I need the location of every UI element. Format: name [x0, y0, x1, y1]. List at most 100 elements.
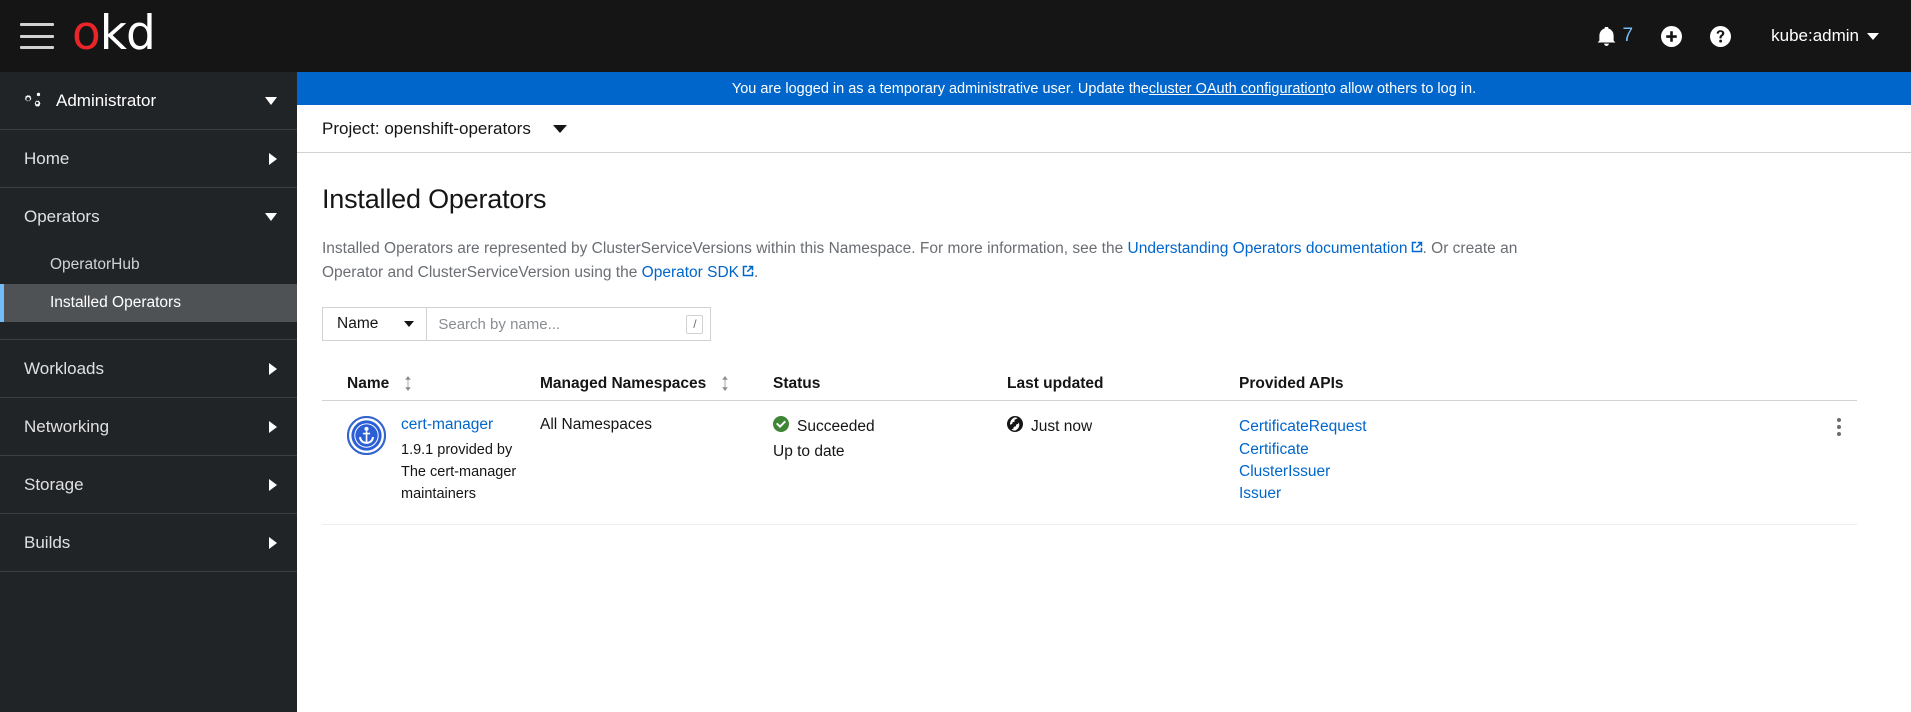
- project-selector[interactable]: Project: openshift-operators: [322, 119, 567, 139]
- api-link[interactable]: Issuer: [1239, 483, 1837, 505]
- search-field-wrapper: /: [426, 307, 712, 342]
- masthead-actions: 7 kube:admin: [1583, 0, 1911, 72]
- temporary-user-banner: You are logged in as a temporary adminis…: [297, 72, 1911, 105]
- add-button[interactable]: [1647, 12, 1696, 60]
- column-header-name: Name: [322, 375, 540, 393]
- globe-icon: [1007, 416, 1023, 437]
- sidebar-item-operators[interactable]: Operators: [0, 188, 297, 246]
- column-header-status: Status: [773, 375, 1007, 393]
- sidebar-item-label: Networking: [24, 416, 110, 436]
- filter-type-label: Name: [337, 315, 379, 333]
- operator-name-link[interactable]: cert-manager: [401, 416, 493, 433]
- user-menu[interactable]: kube:admin: [1745, 26, 1885, 46]
- page-body: Installed Operators Installed Operators …: [297, 184, 1911, 525]
- sidebar-subitem-label: Installed Operators: [50, 294, 181, 311]
- hamburger-icon[interactable]: [20, 23, 54, 49]
- sidebar: Administrator Home Operators OperatorHub…: [0, 72, 297, 712]
- column-label: Status: [773, 374, 821, 392]
- notification-count: 7: [1622, 25, 1634, 46]
- sidebar-item-home[interactable]: Home: [0, 130, 297, 188]
- banner-text-after: to allow others to log in.: [1323, 80, 1477, 97]
- api-link[interactable]: ClusterIssuer: [1239, 461, 1837, 483]
- last-updated-label: Just now: [1031, 417, 1093, 435]
- column-header-managed-namespaces: Managed Namespaces: [540, 375, 773, 393]
- masthead: okd 7 kube:admin: [0, 0, 1911, 72]
- sort-namespaces-icon[interactable]: [720, 376, 730, 392]
- cert-manager-anchor-icon: [346, 415, 387, 456]
- managed-namespaces-cell: All Namespaces: [540, 416, 652, 434]
- external-link-icon: [742, 261, 754, 285]
- perspective-label: Administrator: [56, 90, 157, 110]
- sidebar-subitem-label: OperatorHub: [50, 256, 140, 273]
- question-circle-icon: [1710, 25, 1732, 47]
- notifications-button[interactable]: 7: [1583, 12, 1648, 60]
- sidebar-item-installed-operators[interactable]: Installed Operators: [0, 284, 297, 322]
- status-label: Succeeded: [797, 417, 875, 435]
- sort-name-icon[interactable]: [403, 376, 413, 392]
- cogs-icon: [24, 91, 43, 110]
- brand-logo[interactable]: okd: [72, 0, 156, 72]
- content-area: You are logged in as a temporary adminis…: [297, 72, 1911, 712]
- sidebar-item-workloads[interactable]: Workloads: [0, 340, 297, 398]
- sidebar-item-label: Home: [24, 148, 70, 168]
- api-link[interactable]: Certificate: [1239, 439, 1837, 461]
- external-link-icon: [1411, 237, 1423, 261]
- page-description: Installed Operators are represented by C…: [322, 237, 1552, 285]
- plus-circle-icon: [1661, 25, 1683, 47]
- cluster-oauth-link[interactable]: cluster OAuth configuration: [1149, 81, 1324, 97]
- link-label: Understanding Operators documentation: [1127, 240, 1408, 257]
- username-label: kube:admin: [1771, 26, 1859, 45]
- sidebar-item-label: Builds: [24, 532, 71, 552]
- last-updated-cell: Just now: [1007, 416, 1239, 437]
- logo-o: o: [72, 5, 101, 61]
- operator-version: 1.9.1 provided by The cert-manager maint…: [401, 442, 517, 502]
- sidebar-item-label: Workloads: [24, 358, 104, 378]
- chevron-right-icon: [269, 420, 277, 433]
- page-title: Installed Operators: [322, 184, 547, 214]
- chevron-right-icon: [269, 536, 277, 549]
- chevron-down-icon: [265, 213, 277, 221]
- table-row: cert-manager 1.9.1 provided by The cert-…: [322, 401, 1857, 525]
- api-link[interactable]: CertificateRequest: [1239, 416, 1837, 438]
- subnav-spacer: [0, 322, 297, 339]
- chevron-down-icon: [1867, 32, 1879, 40]
- link-label: Operator SDK: [641, 264, 740, 282]
- filter-toolbar: Name /: [322, 307, 1886, 342]
- column-label: Last updated: [1007, 374, 1104, 392]
- filter-type-dropdown[interactable]: Name: [322, 307, 427, 342]
- column-label: Name: [347, 374, 390, 392]
- status-sublabel: Up to date: [773, 443, 845, 461]
- search-input[interactable]: [427, 308, 711, 341]
- check-circle-icon: [773, 416, 789, 437]
- project-label: Project: openshift-operators: [322, 118, 531, 138]
- installed-operators-table: Name Managed Namespaces Status Last upda…: [322, 367, 1857, 525]
- chevron-down-icon: [404, 321, 415, 328]
- chevron-right-icon: [269, 152, 277, 165]
- column-label: Provided APIs: [1239, 374, 1344, 392]
- help-button[interactable]: [1696, 12, 1745, 60]
- sidebar-item-storage[interactable]: Storage: [0, 456, 297, 514]
- project-bar: Project: openshift-operators: [297, 105, 1911, 153]
- search-shortcut-badge: /: [686, 314, 704, 334]
- perspective-switcher[interactable]: Administrator: [0, 72, 297, 130]
- chevron-right-icon: [269, 478, 277, 491]
- desc-text-1: Installed Operators are represented by C…: [322, 240, 1128, 257]
- bell-icon: [1597, 26, 1616, 46]
- desc-text-3: .: [754, 264, 759, 282]
- chevron-down-icon: [552, 124, 567, 133]
- sidebar-item-label: Operators: [24, 207, 100, 226]
- column-header-last-updated: Last updated: [1007, 375, 1239, 393]
- banner-text-before: You are logged in as a temporary adminis…: [731, 80, 1149, 97]
- logo-kd: kd: [99, 5, 156, 61]
- chevron-down-icon: [265, 96, 277, 105]
- row-actions-kebab-icon[interactable]: [1837, 416, 1857, 437]
- sidebar-subnav-operators: OperatorHub Installed Operators: [0, 246, 297, 340]
- sidebar-item-operatorhub[interactable]: OperatorHub: [0, 246, 297, 284]
- column-header-provided-apis: Provided APIs: [1239, 375, 1857, 393]
- understanding-operators-link[interactable]: Understanding Operators documentation: [1128, 240, 1423, 257]
- sidebar-item-networking[interactable]: Networking: [0, 398, 297, 456]
- operator-sdk-link[interactable]: Operator SDK: [642, 264, 754, 281]
- table-header-row: Name Managed Namespaces Status Last upda…: [322, 367, 1857, 402]
- sidebar-item-builds[interactable]: Builds: [0, 514, 297, 572]
- provided-apis-cell: CertificateRequest Certificate ClusterIs…: [1239, 416, 1837, 506]
